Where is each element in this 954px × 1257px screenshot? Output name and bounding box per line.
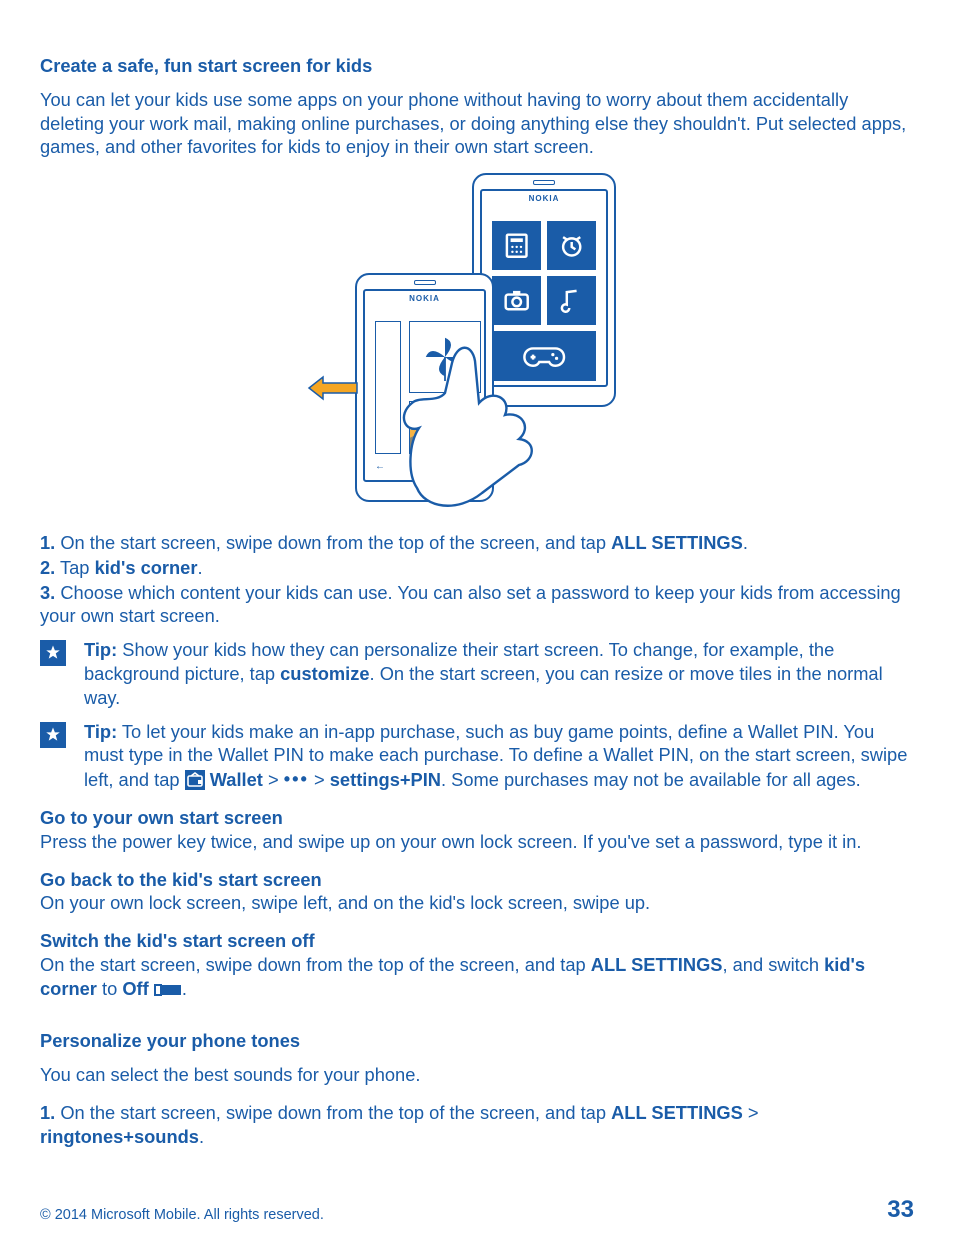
phone-inner-2: NOKIA [363,289,486,482]
tones-step-1: 1. On the start screen, swipe down from … [40,1101,914,1149]
goto-text: Press the power key twice, and swipe up … [40,830,914,854]
section-heading-kids: Create a safe, fun start screen for kids [40,54,914,78]
tones-intro: You can select the best sounds for your … [40,1063,914,1087]
step1-num: 1. [40,532,55,553]
step-3: 3. Choose which content your kids can us… [40,581,914,629]
tip1-label: Tip: [84,639,117,660]
wallet-icon [185,770,205,790]
page-footer: © 2014 Microsoft Mobile. All rights rese… [40,1194,914,1225]
switch-text: On the start screen, swipe down from the… [40,953,914,1004]
back-icon-2: ← [375,460,385,473]
camera-icon [502,286,531,315]
tile-calculator [492,221,541,270]
goback-text: On your own lock screen, swipe left, and… [40,891,914,915]
tip2-end: . Some purchases may not be available fo… [441,769,861,790]
switch-allsettings: ALL SETTINGS [591,954,723,975]
tip2-label: Tip: [84,721,117,742]
switch-c: , and switch [722,954,824,975]
nokia-label-2: NOKIA [365,294,484,304]
switch-e: to [97,978,122,999]
step2-text-a: Tap [55,557,94,578]
windows-icon-2: ⊞ [423,460,431,473]
tones-step1-num: 1. [40,1102,55,1123]
page-number: 33 [887,1194,914,1225]
step-2: 2. Tap kid's corner. [40,556,914,580]
tip1-text: Tip: Show your kids how they can persona… [84,638,914,709]
phone-inner: NOKIA [480,189,608,387]
phone-navbar-2: ← ⊞ ⌕ [375,458,474,474]
wave-icon [410,402,473,453]
pinwheel-icon [421,333,469,381]
tip-star-icon [40,640,66,666]
tip1-customize: customize [280,663,369,684]
landscape-tile [409,401,474,454]
tones-step1-a: On the start screen, swipe down from the… [55,1102,611,1123]
step3-num: 3. [40,582,55,603]
music-note-icon [557,286,586,315]
windows-icon: ⊞ [542,365,550,378]
phone-speaker [533,180,555,185]
tip2-settingspin: settings+PIN [330,769,441,790]
tones-allsettings: ALL SETTINGS [611,1102,743,1123]
toggle-off-icon [154,980,182,1004]
section-heading-tones: Personalize your phone tones [40,1029,914,1053]
step1-text-c: . [743,532,748,553]
more-dots-icon: ••• [284,767,309,791]
step2-text-c: . [197,557,202,578]
tones-step1-c: > [743,1102,759,1123]
tones-step1-e: . [199,1126,204,1147]
tip-block-1: Tip: Show your kids how they can persona… [40,638,914,709]
tile-grid [492,221,596,381]
switch-off-label: Off [122,978,148,999]
search-nav-icon: ⌕ [590,365,596,378]
tile-alarm [547,221,596,270]
illustration-wrap: NOKIA [40,173,914,513]
copyright-text: © 2014 Microsoft Mobile. All rights rese… [40,1206,324,1225]
lock-content [375,321,474,454]
step-1: 1. On the start screen, swipe down from … [40,531,914,555]
intro-paragraph: You can let your kids use some apps on y… [40,88,914,159]
sub-goto: Go to your own start screen [40,806,914,830]
swipe-left-arrow-icon [307,373,359,403]
pinwheel-tile [409,321,481,393]
search-nav-icon-2: ⌕ [468,460,474,473]
switch-h: . [182,978,187,999]
tip2-text: Tip: To let your kids make an in-app pur… [84,720,914,792]
tip-block-2: Tip: To let your kids make an in-app pur… [40,720,914,792]
sub-goback: Go back to the kid's start screen [40,868,914,892]
phone-navbar: ← ⊞ ⌕ [492,363,596,379]
calculator-icon [502,231,531,260]
manual-page: Create a safe, fun start screen for kids… [0,0,954,1257]
tip2-gt2: > [309,769,330,790]
phone-lock-screen: NOKIA [355,273,494,502]
step3-text: Choose which content your kids can use. … [40,582,901,627]
tip2-gt1: > [263,769,284,790]
tile-camera [492,276,541,325]
step2-num: 2. [40,557,55,578]
step1-allsettings: ALL SETTINGS [611,532,743,553]
edge-column [375,321,401,454]
phone-speaker-2 [414,280,436,285]
tip2-wallet-label: Wallet [205,769,263,790]
tip-star-icon-2 [40,722,66,748]
sub-switch: Switch the kid's start screen off [40,929,914,953]
tones-ringtones: ringtones+sounds [40,1126,199,1147]
tile-music [547,276,596,325]
phones-illustration: NOKIA [337,173,617,513]
switch-a: On the start screen, swipe down from the… [40,954,591,975]
step1-text-a: On the start screen, swipe down from the… [55,532,611,553]
step2-kidscorner: kid's corner [95,557,198,578]
alarm-icon [557,231,586,260]
nokia-label: NOKIA [482,194,606,204]
